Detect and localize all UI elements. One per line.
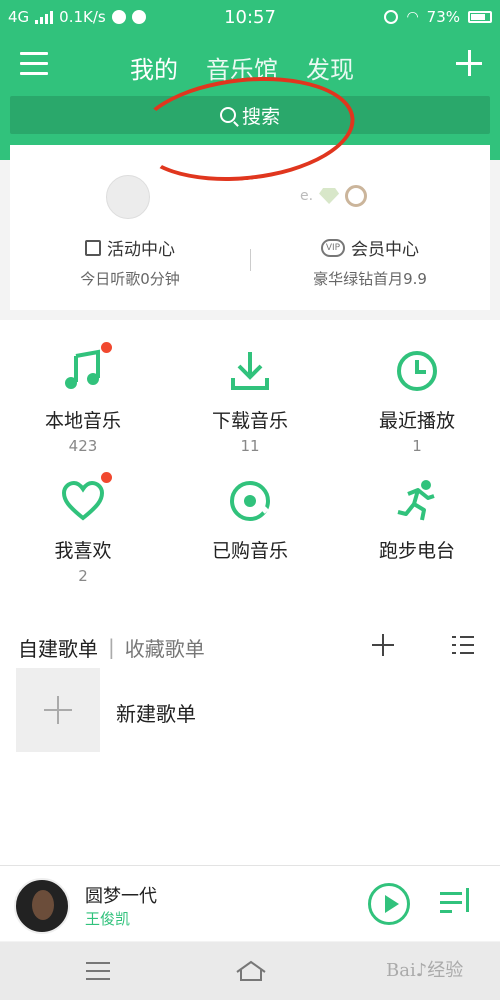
download-icon — [227, 348, 273, 394]
activity-center[interactable]: 活动中心 今日听歌0分钟 — [10, 235, 250, 289]
tab-discover[interactable]: 发现 — [306, 50, 354, 85]
heart-icon — [60, 472, 112, 524]
new-playlist-label: 新建歌单 — [116, 702, 196, 726]
wifi-icon: ◠ — [406, 9, 419, 25]
ring-badge-icon — [345, 185, 368, 207]
grid-item-downloads[interactable]: 下载音乐 11 — [167, 348, 333, 455]
playlist-header: 自建歌单 | 收藏歌单 — [18, 632, 482, 662]
vip-icon: VIP — [321, 238, 345, 257]
mini-player[interactable]: 圆梦一代 王俊凯 — [0, 865, 500, 941]
tab-created-playlists[interactable]: 自建歌单 — [18, 633, 98, 662]
add-button[interactable] — [456, 50, 482, 76]
grid-item-label: 最近播放 — [378, 410, 455, 432]
vip-center-title: 会员中心 — [351, 240, 419, 260]
grid-item-count: 423 — [68, 437, 98, 455]
new-playlist-item[interactable]: 新建歌单 — [16, 668, 486, 754]
tab-mine[interactable]: 我的 — [130, 50, 178, 85]
tab-collected-playlists[interactable]: 收藏歌单 — [125, 633, 205, 662]
artist-name: 王俊凯 — [85, 910, 131, 928]
grid-item-running-radio[interactable]: 跑步电台 — [334, 478, 500, 563]
home-icon[interactable] — [234, 960, 268, 982]
status-bar: 4G 0.1K/s 10:57 ◠ 73% — [0, 0, 500, 34]
grid-item-count: 1 — [412, 437, 422, 455]
grid-item-label: 跑步电台 — [378, 540, 455, 562]
clock-icon — [394, 348, 440, 394]
grid-item-recent[interactable]: 最近播放 1 — [334, 348, 500, 455]
system-menu-icon[interactable] — [86, 962, 110, 980]
grid-item-label: 本地音乐 — [44, 410, 121, 432]
purchased-disc-icon — [227, 478, 273, 524]
alarm-icon — [384, 10, 399, 24]
grid-item-local-music[interactable]: 本地音乐 423 — [0, 342, 166, 455]
song-title: 圆梦一代 — [85, 886, 157, 907]
activity-center-title: 活动中心 — [107, 240, 175, 260]
vip-badges: e. — [300, 185, 368, 207]
album-cover[interactable] — [14, 878, 70, 934]
music-note-icon — [60, 342, 112, 394]
grid-item-label: 已购音乐 — [211, 540, 288, 562]
add-playlist-icon[interactable] — [372, 634, 394, 656]
new-dot — [101, 342, 112, 353]
diamond-icon — [319, 188, 340, 204]
vip-promo: 豪华绿钻首月9.9 — [313, 270, 427, 288]
main-content: 本地音乐 423 下载音乐 11 最近播放 1 我喜欢 2 已购音乐 跑步电台 … — [0, 320, 500, 865]
battery-icon — [468, 11, 492, 23]
grid-item-purchased[interactable]: 已购音乐 — [167, 478, 333, 563]
playlist-queue-icon[interactable] — [440, 888, 474, 918]
avatar[interactable] — [106, 175, 150, 219]
tab-separator: | — [108, 635, 115, 659]
plus-icon — [16, 668, 100, 752]
running-icon — [394, 478, 440, 524]
vip-center[interactable]: VIP 会员中心 豪华绿钻首月9.9 — [250, 235, 490, 289]
grid-item-count: 2 — [78, 567, 88, 585]
menu-button[interactable] — [20, 52, 48, 76]
watermark-logo: Bai♪经验 — [386, 960, 464, 981]
grid-item-count: 11 — [240, 437, 260, 455]
flag-icon — [85, 239, 101, 256]
battery-percent: 73% — [426, 8, 460, 26]
play-button[interactable] — [368, 883, 410, 925]
listen-time: 今日听歌0分钟 — [80, 270, 180, 288]
grid-item-label: 我喜欢 — [54, 540, 112, 562]
badge-text: e. — [300, 188, 314, 204]
new-dot — [101, 472, 112, 483]
manage-list-icon[interactable] — [452, 634, 474, 656]
grid-item-favorites[interactable]: 我喜欢 2 — [0, 472, 166, 585]
grid-item-label: 下载音乐 — [211, 410, 288, 432]
